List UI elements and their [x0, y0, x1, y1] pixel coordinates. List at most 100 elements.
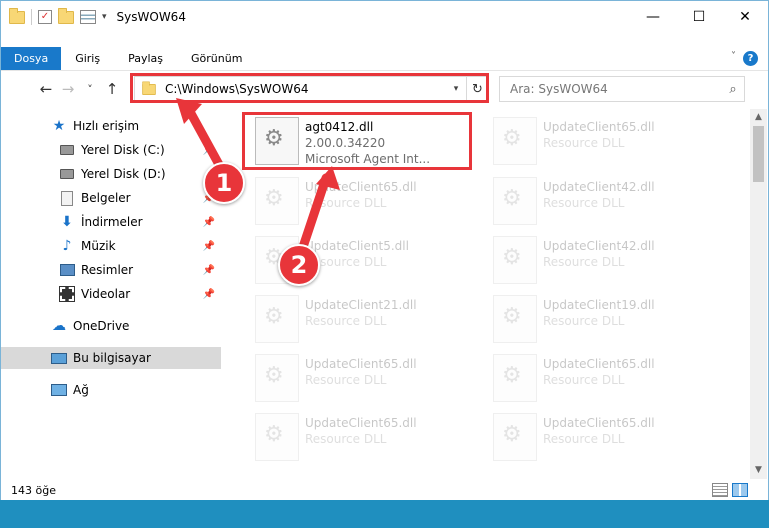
pin-icon[interactable]: 📌 — [203, 241, 215, 252]
new-folder-icon[interactable] — [58, 7, 74, 24]
list-item[interactable]: ⚙ UpdateClient21.dll Resource DLL — [247, 291, 477, 351]
back-button[interactable]: ← — [35, 77, 57, 101]
refresh-button[interactable]: ↻ — [466, 77, 488, 101]
chevron-down-icon[interactable]: ▾ — [446, 84, 466, 94]
list-item[interactable]: ⚙ UpdateClient19.dll Resource DLL — [485, 291, 715, 351]
file-name: UpdateClient42.dll — [543, 180, 655, 194]
dll-file-icon: ⚙ — [255, 177, 299, 225]
scroll-thumb[interactable] — [753, 126, 764, 182]
dll-file-icon: ⚙ — [255, 413, 299, 461]
pin-icon[interactable]: 📌 — [203, 289, 215, 300]
address-bar[interactable]: C:\Windows\SysWOW64 ▾ ↻ — [134, 76, 489, 102]
pin-icon[interactable]: 📌 — [203, 265, 215, 276]
search-box[interactable]: Ara: SysWOW64 ⌕ — [499, 76, 745, 102]
file-name: UpdateClient65.dll — [305, 180, 417, 194]
sidebar-item-label: Yerel Disk (C:) — [81, 143, 165, 157]
tiles-view-icon[interactable] — [732, 483, 748, 497]
cloud-icon: ☁ — [52, 318, 66, 334]
explorer-window: ✓ ▾ SysWOW64 — ☐ ✕ Dosya Giriş Paylaş Gö… — [0, 0, 769, 528]
list-item[interactable]: ⚙ UpdateClient65.dll Resource DLL — [247, 173, 477, 233]
sidebar-item-documents[interactable]: Belgeler 📌 — [1, 187, 221, 209]
toolbar-dropdown-icon[interactable]: ▾ — [102, 12, 107, 22]
dll-file-icon: ⚙ — [493, 413, 537, 461]
close-button[interactable]: ✕ — [722, 1, 768, 33]
view-switcher — [712, 483, 748, 497]
list-item[interactable]: ⚙ UpdateClient65.dll Resource DLL — [485, 113, 715, 173]
pictures-icon — [59, 264, 75, 276]
tab-share[interactable]: Paylaş — [114, 47, 177, 70]
file-name: UpdateClient42.dll — [543, 239, 655, 253]
dll-file-icon: ⚙ — [493, 354, 537, 402]
scroll-down-button[interactable]: ▼ — [750, 462, 767, 479]
sidebar-item-local-disk-c[interactable]: Yerel Disk (C:) 📌 — [1, 139, 221, 161]
search-icon[interactable]: ⌕ — [722, 82, 744, 97]
address-path[interactable]: C:\Windows\SysWOW64 — [165, 82, 446, 96]
help-icon[interactable]: ? — [743, 51, 758, 66]
pin-icon[interactable]: 📌 — [203, 217, 215, 228]
tab-view[interactable]: Görünüm — [177, 47, 256, 70]
file-type: Resource DLL — [305, 432, 387, 446]
maximize-button[interactable]: ☐ — [676, 1, 722, 33]
list-item[interactable]: ⚙ UpdateClient65.dll Resource DLL — [247, 350, 477, 410]
sidebar-item-onedrive[interactable]: ☁ OneDrive — [1, 315, 221, 337]
separator — [31, 9, 32, 25]
properties-check-icon[interactable]: ✓ — [38, 10, 52, 24]
customize-toolbar-icon[interactable] — [80, 10, 96, 24]
list-item[interactable]: ⚙ UpdateClient42.dll Resource DLL — [485, 232, 715, 292]
list-item[interactable]: ⚙ UpdateClient65.dll Resource DLL — [485, 350, 715, 410]
file-type: Resource DLL — [543, 314, 625, 328]
file-tile-agt0412[interactable]: ⚙ agt0412.dll 2.00.0.34220 Microsoft Age… — [247, 113, 477, 173]
disk-icon — [60, 169, 74, 179]
sidebar-item-local-disk-d[interactable]: Yerel Disk (D:) — [1, 163, 221, 185]
file-type: Resource DLL — [543, 196, 625, 210]
window-title: SysWOW64 — [116, 10, 186, 24]
desktop-background — [0, 500, 769, 528]
sidebar-item-music[interactable]: ♪ Müzik 📌 — [1, 235, 221, 257]
star-icon: ★ — [52, 118, 66, 134]
vertical-scrollbar[interactable]: ▲ ▼ — [750, 109, 767, 479]
dll-file-icon: ⚙ — [493, 117, 537, 165]
details-view-icon[interactable] — [712, 483, 728, 497]
list-item[interactable]: ⚙ UpdateClient42.dll Resource DLL — [485, 173, 715, 233]
search-input[interactable]: Ara: SysWOW64 — [510, 82, 722, 96]
sidebar-item-label: Videolar — [81, 287, 131, 301]
tab-home[interactable]: Giriş — [61, 47, 114, 70]
dll-file-icon: ⚙ — [493, 177, 537, 225]
tab-file[interactable]: Dosya — [1, 47, 62, 70]
title-bar: ✓ ▾ SysWOW64 — ☐ ✕ — [1, 1, 768, 33]
sidebar-item-label: OneDrive — [73, 319, 130, 333]
folder-icon — [9, 7, 25, 24]
sidebar-item-quick-access[interactable]: ★ Hızlı erişim — [1, 115, 221, 137]
list-item[interactable]: ⚙ UpdateClient65.dll Resource DLL — [485, 409, 715, 469]
music-icon: ♪ — [62, 238, 72, 254]
file-name: agt0412.dll — [305, 120, 374, 134]
file-name: UpdateClient65.dll — [305, 416, 417, 430]
forward-button[interactable]: → — [57, 77, 79, 101]
file-type: Resource DLL — [543, 373, 625, 387]
dll-file-icon: ⚙ — [255, 354, 299, 402]
computer-icon — [51, 352, 67, 364]
minimize-button[interactable]: — — [630, 1, 676, 33]
file-name: UpdateClient65.dll — [305, 357, 417, 371]
navigation-bar: ← → ˅ ↑ C:\Windows\SysWOW64 ▾ ↻ Ara: Sys… — [1, 73, 768, 105]
sidebar-item-network[interactable]: Ağ — [1, 379, 221, 401]
file-type: Resource DLL — [543, 432, 625, 446]
recent-locations-button[interactable]: ˅ — [79, 77, 101, 101]
scroll-up-button[interactable]: ▲ — [750, 109, 767, 126]
file-type: Resource DLL — [305, 196, 387, 210]
pin-icon[interactable]: 📌 — [203, 145, 215, 156]
file-type: Resource DLL — [305, 373, 387, 387]
list-item[interactable]: ⚙ UpdateClient65.dll Resource DLL — [247, 409, 477, 469]
download-icon: ⬇ — [61, 214, 73, 230]
sidebar-item-this-pc[interactable]: Bu bilgisayar — [1, 347, 221, 369]
expand-ribbon-icon[interactable]: ˅ — [731, 51, 736, 62]
step-1-badge: 1 — [203, 162, 245, 204]
network-icon — [51, 384, 67, 396]
up-button[interactable]: ↑ — [101, 77, 123, 101]
dll-file-icon: ⚙ — [255, 295, 299, 343]
sidebar-item-videos[interactable]: Videolar 📌 — [1, 283, 221, 305]
sidebar-item-pictures[interactable]: Resimler 📌 — [1, 259, 221, 281]
ribbon-tabs: Dosya Giriş Paylaş Görünüm ˅ ? — [1, 47, 768, 71]
sidebar-item-downloads[interactable]: ⬇ İndirmeler 📌 — [1, 211, 221, 233]
navigation-pane: ★ Hızlı erişim Yerel Disk (C:) 📌 Yerel D… — [1, 109, 223, 479]
